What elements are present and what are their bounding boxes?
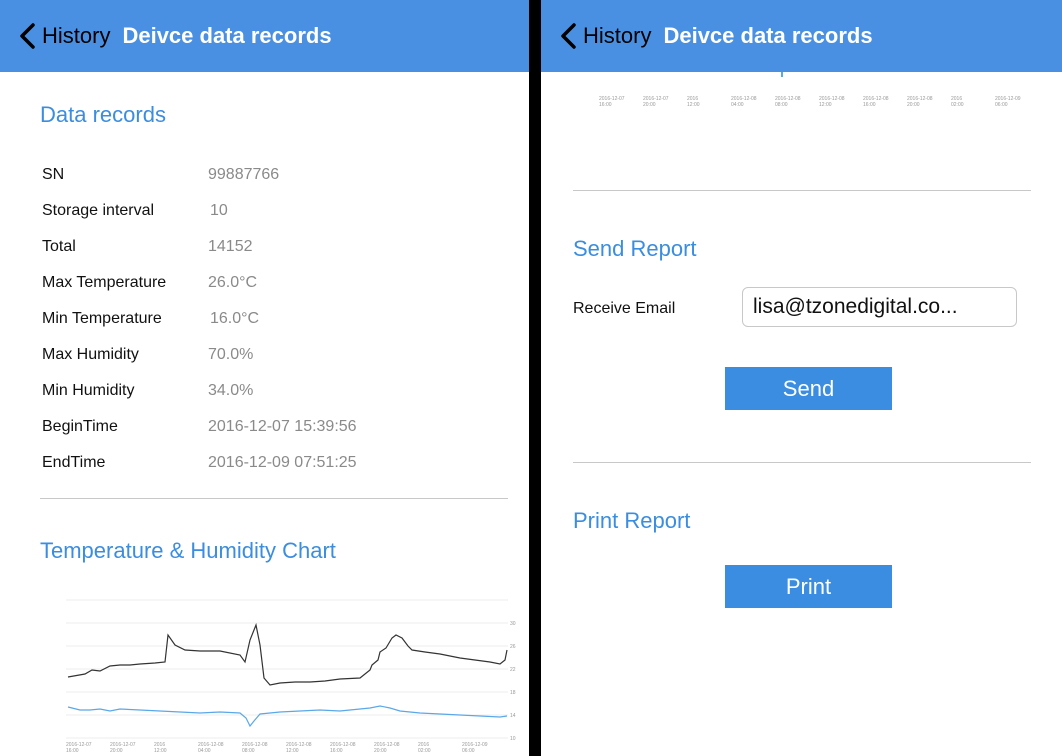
send-button[interactable]: Send	[725, 367, 892, 410]
record-value: 34.0%	[208, 382, 254, 399]
chart-grid	[66, 599, 508, 739]
record-label: Total	[42, 238, 76, 255]
x-tick-label: 2016 02:00	[418, 742, 431, 754]
record-label: SN	[42, 166, 65, 183]
record-label: Max Humidity	[42, 346, 139, 363]
record-value: 14152	[208, 238, 253, 255]
x-tick-label: 2016-12-08 16:00	[863, 96, 889, 108]
record-label: Storage interval	[42, 202, 155, 219]
print-report-heading: Print Report	[573, 508, 691, 533]
x-tick-label: 2016-12-09 06:00	[995, 96, 1021, 108]
x-tick-label: 2016-12-08 08:00	[242, 742, 268, 754]
y-tick-label: 10	[510, 736, 516, 742]
nav-bar: History Deivce data records	[0, 0, 529, 72]
x-tick-label: 2016-12-08 12:00	[819, 96, 845, 108]
chart-y-ticks: 30 26 22 18 14 10	[510, 621, 516, 742]
back-label: History	[42, 23, 111, 48]
right-screen: History Deivce data records 2016-12-07 1…	[541, 0, 1062, 756]
back-button[interactable]: History	[559, 23, 651, 49]
x-tick-label: 2016-12-08 04:00	[731, 96, 757, 108]
y-tick-label: 18	[510, 690, 516, 696]
x-tick-label: 2016-12-08 08:00	[775, 96, 801, 108]
back-button[interactable]: History	[18, 23, 110, 49]
x-tick-label: 2016-12-08 04:00	[198, 742, 224, 754]
receive-email-label: Receive Email	[573, 300, 676, 317]
record-value: 2016-12-07 15:39:56	[208, 418, 357, 435]
chevron-left-icon	[561, 23, 576, 49]
x-tick-label: 2016 02:00	[951, 96, 964, 108]
data-records-heading: Data records	[40, 102, 166, 127]
x-tick-label: 2016-12-07 16:00	[66, 742, 92, 754]
x-tick-label: 2016-12-07 16:00	[599, 96, 625, 108]
record-label: BeginTime	[42, 418, 118, 435]
record-value: 16.0°C	[210, 310, 260, 327]
divider	[573, 190, 1031, 191]
x-tick-label: 2016-12-07 20:00	[643, 96, 669, 108]
x-tick-label: 2016-12-08 16:00	[330, 742, 356, 754]
page-title: Deivce data records	[122, 23, 332, 48]
record-label: Min Humidity	[42, 382, 135, 399]
divider	[573, 462, 1031, 463]
temperature-line	[67, 622, 508, 686]
x-tick-label: 2016-12-08 20:00	[907, 96, 933, 108]
left-screen: History Deivce data records Data records…	[0, 0, 529, 756]
x-tick-label: 2016-12-07 20:00	[110, 742, 136, 754]
chart-heading: Temperature & Humidity Chart	[40, 538, 336, 563]
back-label: History	[583, 23, 652, 48]
x-tick-label: 2016-12-08 12:00	[286, 742, 312, 754]
page-title: Deivce data records	[663, 23, 873, 48]
y-tick-label: 30	[510, 621, 516, 627]
record-value: 99887766	[208, 166, 280, 183]
send-report-heading: Send Report	[573, 236, 697, 261]
email-field[interactable]: lisa@tzonedigital.co...	[742, 287, 1017, 327]
x-tick-label: 2016 12:00	[154, 742, 167, 754]
y-tick-label: 14	[510, 713, 516, 719]
record-label: Max Temperature	[42, 274, 167, 291]
nav-bar: History Deivce data records	[541, 0, 1062, 72]
record-value: 2016-12-09 07:51:25	[208, 454, 357, 471]
x-tick-label: 2016-12-08 20:00	[374, 742, 400, 754]
record-label: Min Temperature	[42, 310, 162, 327]
record-label: EndTime	[42, 454, 106, 471]
divider	[40, 498, 508, 499]
humidity-line	[67, 705, 508, 728]
print-button[interactable]: Print	[725, 565, 892, 608]
record-value: 26.0°C	[208, 274, 258, 291]
y-tick-label: 26	[510, 644, 516, 650]
x-tick-label: 2016-12-09 06:00	[462, 742, 488, 754]
record-value: 10	[210, 202, 228, 219]
temperature-humidity-chart: 30 26 22 18 14 10	[66, 599, 516, 742]
chart-line-fragment	[781, 72, 783, 77]
y-tick-label: 22	[510, 667, 516, 673]
record-value: 70.0%	[208, 346, 254, 363]
x-tick-label: 2016 12:00	[687, 96, 700, 108]
chevron-left-icon	[20, 23, 35, 49]
